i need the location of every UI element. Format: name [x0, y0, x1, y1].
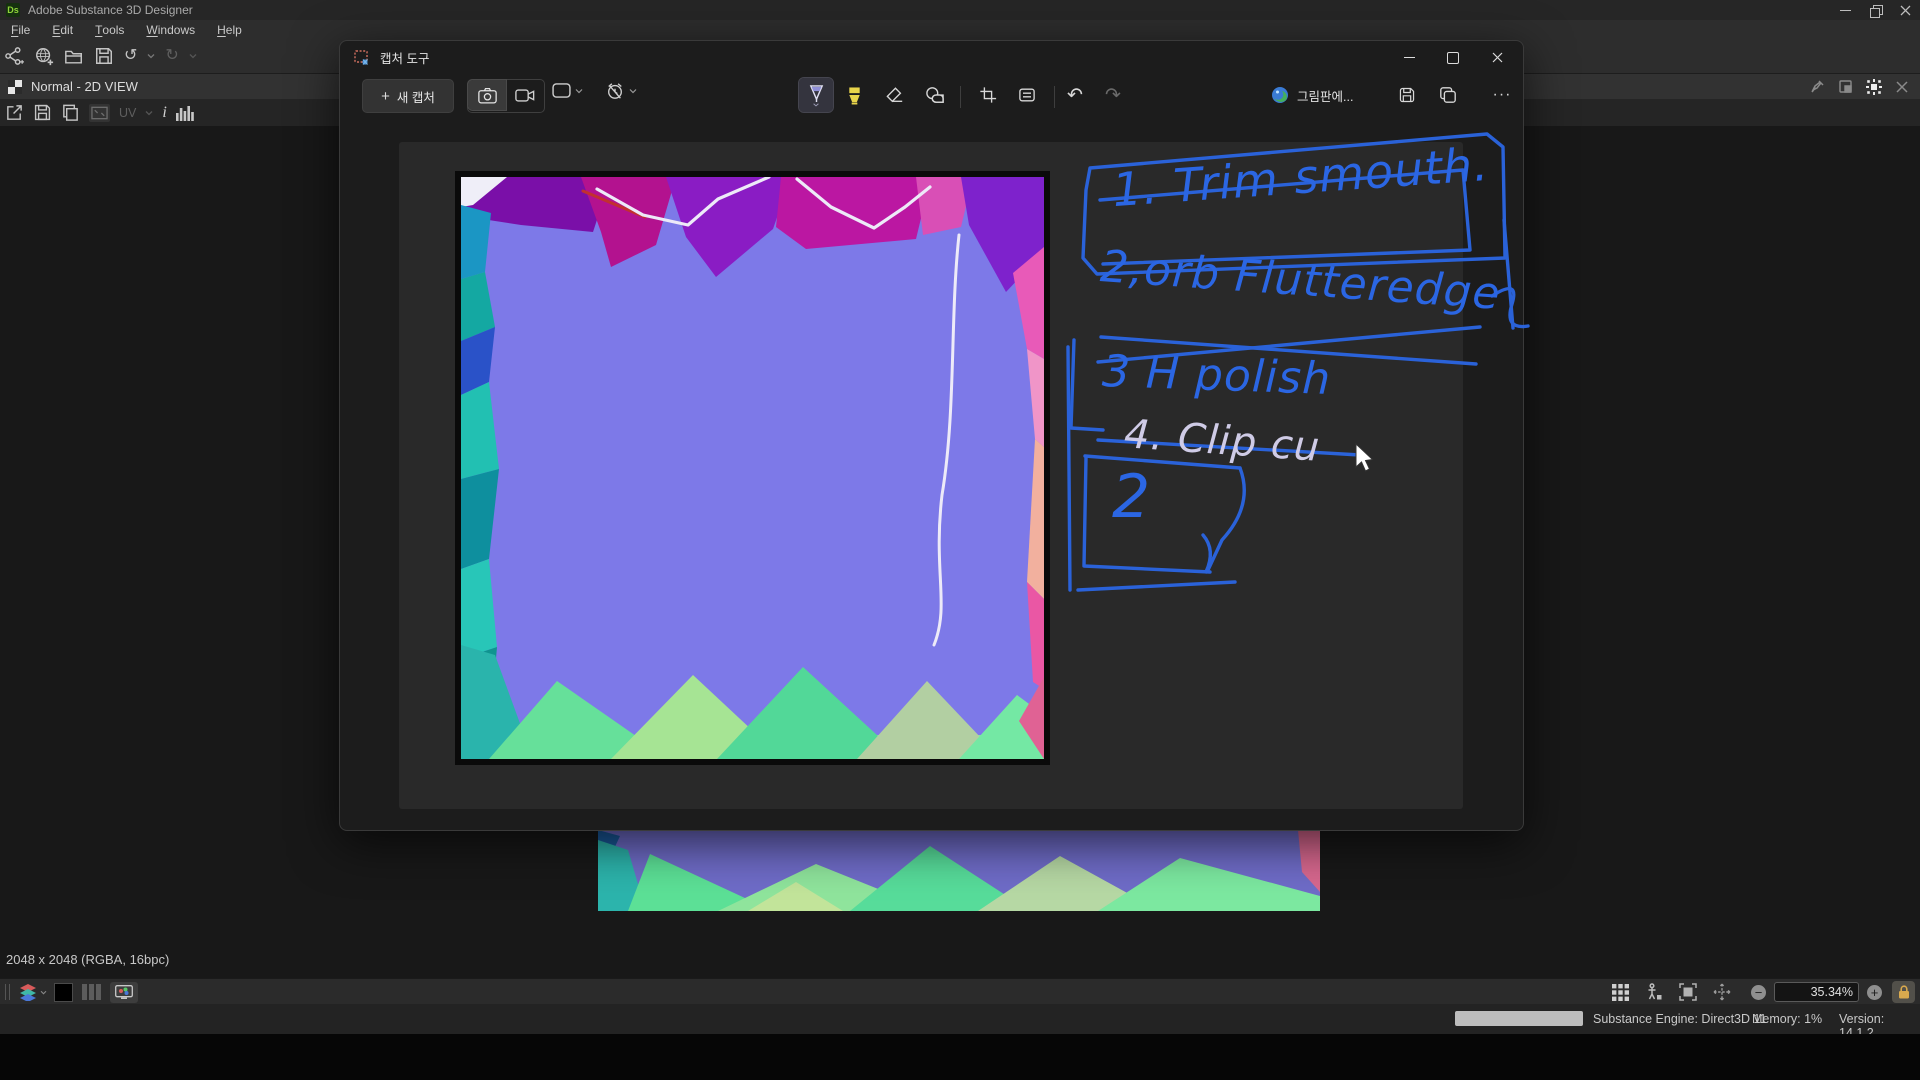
open-folder-icon[interactable] [64, 46, 84, 66]
copy-view-icon[interactable] [61, 103, 80, 122]
snip-minimize-button[interactable] [1387, 42, 1431, 74]
photo-capture-button[interactable] [468, 80, 506, 110]
snip-close-button[interactable] [1475, 42, 1519, 74]
paint-app-icon [1271, 86, 1289, 104]
eraser-tool[interactable] [879, 79, 911, 111]
panel-close-icon[interactable] [1896, 81, 1908, 93]
captured-texture-image [461, 177, 1044, 759]
channels-columns-icon[interactable] [82, 984, 101, 1000]
snip-save-button[interactable] [1391, 79, 1423, 111]
pin-icon[interactable] [1810, 79, 1825, 94]
desktop: Ds Adobe Substance 3D Designer File Edit… [0, 0, 1920, 1080]
engine-status: Substance Engine: Direct3D 11 [1593, 1012, 1766, 1026]
snip-undo-button[interactable]: ↶ [1059, 79, 1091, 111]
plus-icon: + [381, 88, 390, 105]
layers-chevron-icon[interactable] [40, 990, 47, 995]
chevron-down-icon [812, 103, 820, 107]
info-icon[interactable]: i [162, 104, 166, 122]
memory-status: Memory: 1% [1752, 1012, 1822, 1026]
menu-help[interactable]: Help [206, 20, 253, 39]
menu-edit[interactable]: Edit [41, 20, 84, 39]
image-placeholder-icon[interactable] [89, 104, 110, 122]
zoom-level-input[interactable]: 35.34% [1774, 982, 1859, 1002]
snip-title-bar: 캡처 도구 [340, 41, 1523, 74]
crop-tool[interactable] [972, 79, 1004, 111]
pan-move-icon[interactable] [1713, 983, 1731, 1001]
redo-icon[interactable]: ↻ [165, 48, 178, 64]
snip-copy-button[interactable] [1432, 79, 1464, 111]
sd-title-bar: Ds Adobe Substance 3D Designer [0, 0, 1920, 20]
new-capture-label: 새 캡처 [397, 87, 435, 106]
uv-chevron-icon[interactable] [145, 110, 153, 116]
snip-maximize-button[interactable] [1431, 42, 1475, 74]
menu-windows[interactable]: Windows [135, 20, 206, 39]
zoom-in-button[interactable]: + [1867, 985, 1882, 1000]
sd-menu-bar: File Edit Tools Windows Help [0, 20, 1920, 39]
dock-icon[interactable] [1839, 80, 1852, 93]
sd-window-title: Adobe Substance 3D Designer [28, 3, 193, 17]
redo-chevron-icon[interactable] [189, 53, 197, 59]
view-tab-title: Normal - 2D VIEW [31, 79, 138, 94]
focus-highlight-icon[interactable] [1866, 79, 1882, 95]
captured-screenshot [455, 171, 1050, 765]
video-capture-button[interactable] [506, 80, 543, 110]
ballpoint-pen-tool[interactable] [799, 78, 833, 112]
menu-tools[interactable]: Tools [84, 20, 135, 39]
edit-in-paint-button[interactable]: 그림판에... [1265, 79, 1359, 111]
sd-bottom-toolbar: − 35.34% + [0, 978, 1920, 1005]
toolbar-separator [960, 86, 961, 108]
rgb-display-toggle[interactable] [110, 982, 138, 1003]
chevron-down-icon [575, 88, 583, 94]
delay-dropdown[interactable] [606, 82, 637, 100]
zoom-out-button[interactable]: − [1751, 985, 1766, 1000]
sd-minimize-button[interactable] [1830, 1, 1860, 19]
snip-window-title: 캡처 도구 [380, 48, 429, 67]
more-options-button[interactable]: ··· [1486, 79, 1518, 111]
grid-toggle-icon[interactable] [1612, 984, 1629, 1001]
edit-in-paint-label: 그림판에... [1297, 86, 1353, 105]
canvas-resolution-label: 2048 x 2048 (RGBA, 16bpc) [6, 952, 169, 967]
texture-strip-image [598, 830, 1320, 911]
sd-restore-button[interactable] [1860, 1, 1890, 19]
chevron-down-icon [629, 88, 637, 94]
undo-icon[interactable]: ↺ [124, 48, 137, 64]
save-view-icon[interactable] [33, 103, 52, 122]
background-color-swatch[interactable] [54, 983, 73, 1002]
highlighter-tool[interactable] [838, 79, 870, 111]
mannequin-scale-icon[interactable] [1645, 983, 1663, 1001]
layers-stack-icon[interactable] [18, 983, 38, 1001]
histogram-icon[interactable] [176, 105, 194, 121]
toolbar-separator [1054, 86, 1055, 108]
fit-view-icon[interactable] [1679, 983, 1697, 1001]
substance-logo: Ds [6, 3, 20, 17]
snipping-tool-window: 캡처 도구 + 새 캡처 [339, 40, 1524, 831]
shapes-tool[interactable] [919, 79, 951, 111]
sd-close-button[interactable] [1890, 1, 1920, 19]
checker-icon [8, 80, 22, 94]
snip-redo-button[interactable]: ↷ [1097, 79, 1129, 111]
uv-mode-label[interactable]: UV [119, 106, 136, 120]
text-actions-tool[interactable] [1011, 79, 1043, 111]
undo-chevron-icon[interactable] [147, 53, 155, 59]
zoom-lock-toggle[interactable] [1892, 981, 1915, 1003]
snip-shape-dropdown[interactable] [552, 83, 583, 98]
new-package-icon[interactable] [34, 46, 54, 66]
save-icon[interactable] [94, 46, 114, 66]
export-view-icon[interactable] [5, 103, 24, 122]
snip-toolbar: + 새 캡처 [340, 74, 1523, 118]
capture-mode-group [467, 79, 545, 113]
share-graph-icon[interactable] [4, 46, 24, 66]
sd-status-bar: Substance Engine: Direct3D 11 Memory: 1%… [0, 1004, 1920, 1034]
menu-file[interactable]: File [0, 20, 41, 39]
new-capture-button[interactable]: + 새 캡처 [362, 79, 454, 113]
bottom-black-strip [0, 1034, 1920, 1080]
snipping-tool-icon [354, 50, 370, 66]
progress-bar [1455, 1011, 1583, 1026]
